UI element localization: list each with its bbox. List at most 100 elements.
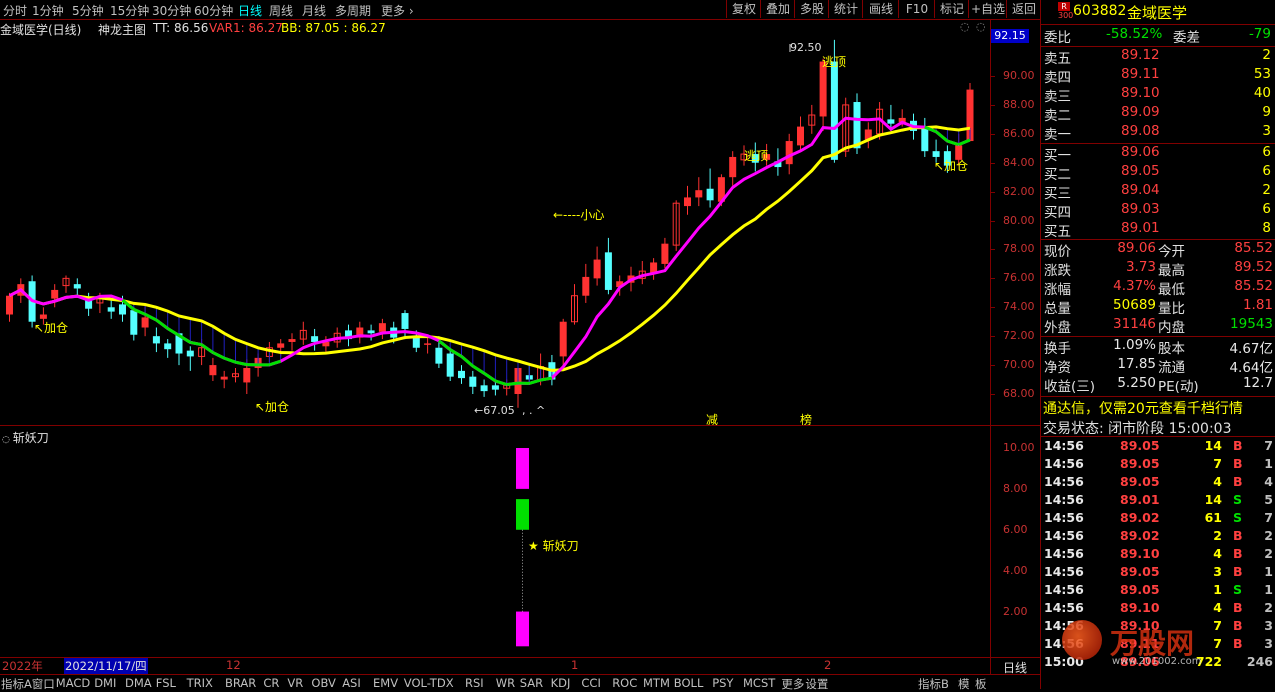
mark-button[interactable]: 标记 bbox=[934, 0, 969, 18]
indicator-tab-boll[interactable]: BOLL bbox=[674, 676, 704, 690]
indicator-tab-psy[interactable]: PSY bbox=[712, 676, 733, 690]
ask-label: 卖一 bbox=[1044, 123, 1071, 143]
indicator-tab-窗口[interactable]: 窗口 bbox=[32, 676, 55, 692]
tab-daily[interactable]: 日线 bbox=[238, 2, 262, 19]
indicator-tab-指标a[interactable]: 指标A bbox=[1, 676, 32, 692]
indicator-tab-sar[interactable]: SAR bbox=[520, 676, 543, 690]
indicator-tab-更多[interactable]: 更多 bbox=[781, 676, 804, 692]
main-kline-chart[interactable]: ↖加仓↖加仓↖加仓逃顶逃顶←----小心92.50←67.05, . ^减榜 bbox=[0, 36, 990, 425]
indicator-tab-rsi[interactable]: RSI bbox=[465, 676, 484, 690]
statistics-button[interactable]: 统计 bbox=[828, 0, 863, 18]
tab-monthly[interactable]: 月线 bbox=[302, 2, 326, 19]
indicator-tab-kdj[interactable]: KDJ bbox=[551, 676, 571, 690]
tick-time: 14:56 bbox=[1044, 492, 1084, 507]
candle-body bbox=[108, 307, 115, 311]
indicator-tab-设置[interactable]: 设置 bbox=[805, 676, 828, 692]
candle-body bbox=[424, 343, 431, 344]
tab-15min[interactable]: 15分钟 bbox=[110, 2, 149, 19]
trend-green-segment bbox=[529, 380, 540, 383]
price-axis-tick bbox=[990, 105, 995, 106]
candle-body bbox=[481, 385, 488, 391]
tab-5min[interactable]: 5分钟 bbox=[72, 2, 104, 19]
stat-value: 12.7 bbox=[1243, 375, 1273, 391]
indicator-tab-vr[interactable]: VR bbox=[287, 676, 303, 690]
candle-body bbox=[469, 377, 476, 387]
date-month-1: 1 bbox=[571, 658, 578, 672]
tick-time: 14:56 bbox=[1044, 474, 1084, 489]
bid-label: 买四 bbox=[1044, 201, 1071, 221]
indicator-tab-macd[interactable]: MACD bbox=[56, 676, 90, 690]
tick-side: B bbox=[1233, 528, 1243, 543]
indicator-tab-roc[interactable]: ROC bbox=[612, 676, 637, 690]
indicator-tab-emv[interactable]: EMV bbox=[373, 676, 398, 690]
candle-body bbox=[831, 62, 838, 160]
expand-icon[interactable]: ◌ bbox=[976, 20, 986, 33]
tab-1min[interactable]: 1分钟 bbox=[32, 2, 64, 19]
bid-price: 89.03 bbox=[1121, 201, 1160, 217]
indicator-tab-dmi[interactable]: DMI bbox=[94, 676, 116, 690]
indicator-tab-obv[interactable]: OBV bbox=[311, 676, 335, 690]
price-axis-label: 72.00 bbox=[1003, 329, 1035, 342]
indicator-tab-mtm[interactable]: MTM bbox=[643, 676, 670, 690]
indicator-tab-fsl[interactable]: FSL bbox=[156, 676, 176, 690]
multi-stock-button[interactable]: 多股 bbox=[794, 0, 829, 18]
sub-indicator-chart[interactable]: ★ 斩妖刀 bbox=[0, 426, 990, 657]
stat-value: 1.81 bbox=[1243, 297, 1273, 313]
right-tab-0[interactable]: 指标B bbox=[918, 676, 949, 692]
close-icon[interactable]: ◌ bbox=[960, 20, 970, 33]
draw-line-button[interactable]: 画线 bbox=[862, 0, 899, 18]
panel-sep bbox=[1040, 436, 1275, 437]
candle-body bbox=[51, 290, 58, 299]
indicator-tab-dma[interactable]: DMA bbox=[125, 676, 152, 690]
right-tab-2[interactable]: 板 bbox=[975, 676, 987, 692]
tick-volume: 7 bbox=[1213, 618, 1222, 633]
trend-green-segment bbox=[484, 373, 495, 381]
add-watchlist-button[interactable]: +自选 bbox=[968, 0, 1007, 18]
tick-count: 2 bbox=[1264, 528, 1273, 543]
indicator-tab-trix[interactable]: TRIX bbox=[187, 676, 213, 690]
tick-side: S bbox=[1233, 492, 1242, 507]
tab-minute[interactable]: 分时 bbox=[3, 2, 27, 19]
indicator-tab-cci[interactable]: CCI bbox=[581, 676, 600, 690]
panel-divider bbox=[1040, 0, 1041, 689]
candle-body bbox=[447, 354, 454, 377]
indicator-tab-vol-tdx[interactable]: VOL-TDX bbox=[404, 676, 454, 690]
tab-more[interactable]: 更多 › bbox=[381, 2, 414, 19]
bid-row: 买四89.036 bbox=[1043, 201, 1275, 220]
price-axis-tick bbox=[990, 394, 995, 395]
indicator-tab-brar[interactable]: BRAR bbox=[225, 676, 256, 690]
candle-body bbox=[887, 119, 894, 123]
tab-multi-period[interactable]: 多周期 bbox=[335, 2, 371, 19]
f10-button[interactable]: F10 bbox=[898, 0, 935, 18]
stat-label: 总量 bbox=[1044, 297, 1071, 317]
tab-weekly[interactable]: 周线 bbox=[269, 2, 293, 19]
indicator-tab-cr[interactable]: CR bbox=[263, 676, 279, 690]
indicator-tab-mcst[interactable]: MCST bbox=[743, 676, 775, 690]
stat-row: 换手1.09%股本4.67亿 bbox=[1043, 337, 1275, 356]
tick-side: B bbox=[1233, 546, 1243, 561]
bb-line bbox=[10, 127, 971, 371]
price-axis-tick bbox=[990, 192, 995, 193]
candle-body bbox=[854, 102, 861, 148]
price-axis-label: 82.00 bbox=[1003, 185, 1035, 198]
restore-rights-button[interactable]: 复权 bbox=[726, 0, 761, 18]
candle-body bbox=[277, 343, 284, 347]
promo-link[interactable]: 通达信，仅需20元查看千档行情 bbox=[1043, 398, 1243, 418]
webi-label: 委比 bbox=[1044, 26, 1071, 46]
date-axis: 2022年 2022/11/17/四 12 1 2 bbox=[0, 658, 990, 674]
price-axis-label: 70.00 bbox=[1003, 358, 1035, 371]
indicator-tab-asi[interactable]: ASI bbox=[342, 676, 361, 690]
right-tab-1[interactable]: 模 bbox=[958, 676, 970, 692]
bid-row: 买五89.018 bbox=[1043, 220, 1275, 239]
overlay-button[interactable]: 叠加 bbox=[760, 0, 795, 18]
back-button[interactable]: 返回 bbox=[1006, 0, 1041, 18]
bid-price: 89.05 bbox=[1121, 163, 1160, 179]
tab-60min[interactable]: 60分钟 bbox=[194, 2, 233, 19]
candle-body bbox=[820, 62, 827, 117]
tick-time: 14:56 bbox=[1044, 528, 1084, 543]
bid-volume: 2 bbox=[1262, 182, 1271, 198]
indicator-tab-wr[interactable]: WR bbox=[496, 676, 515, 690]
trend-green-segment bbox=[507, 383, 518, 384]
candle-body bbox=[582, 277, 589, 296]
tab-30min[interactable]: 30分钟 bbox=[152, 2, 191, 19]
